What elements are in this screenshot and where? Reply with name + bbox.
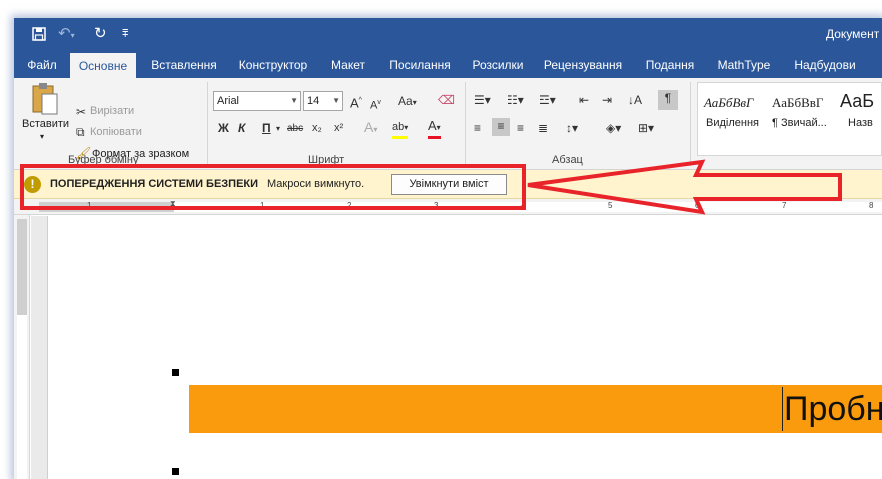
- chevron-down-icon: ▼: [290, 96, 298, 105]
- font-color-button[interactable]: A▾: [428, 118, 441, 139]
- customize-qat-icon[interactable]: ⩱: [122, 24, 128, 44]
- vertical-ruler[interactable]: [14, 215, 30, 479]
- style-item-title[interactable]: АаБ Назв: [838, 91, 882, 131]
- scissors-icon: ✂: [76, 105, 87, 119]
- tab-view[interactable]: Подання: [644, 52, 696, 78]
- tab-insert[interactable]: Вставлення: [146, 52, 222, 78]
- tab-references[interactable]: Посилання: [386, 52, 454, 78]
- annotation-arrow-icon: [527, 159, 842, 215]
- ruler-text-area: [17, 315, 27, 479]
- title-bar: ↶▾ ↻ ⩱ Документ: [14, 18, 882, 52]
- shading-icon[interactable]: ◈▾: [606, 120, 621, 136]
- ribbon-tabs: Файл Основне Вставлення Конструктор Маке…: [14, 52, 882, 78]
- style-sample: АаБбВвГ: [704, 95, 754, 110]
- ruler-margin: [17, 219, 27, 315]
- show-marks-icon[interactable]: ¶: [658, 90, 678, 110]
- font-size-select[interactable]: 14 ▼: [303, 91, 343, 111]
- divider: [465, 82, 466, 166]
- style-name: ¶ Звичай...: [772, 117, 827, 129]
- style-sample: АаБ: [840, 91, 875, 111]
- borders-icon[interactable]: ⊞▾: [638, 120, 654, 136]
- bold-button[interactable]: Ж: [218, 120, 229, 136]
- ribbon: Вставити ▾ ✂ Вирізати ⧉ Копіювати 🖌 Форм…: [14, 78, 882, 170]
- ruler-number: 8: [869, 201, 874, 210]
- style-sample: АаБбВвГ: [772, 95, 824, 110]
- strikethrough-button[interactable]: abc: [287, 121, 303, 137]
- divider: [690, 82, 691, 166]
- tab-home[interactable]: Основне: [70, 53, 136, 78]
- formatting-mark: [172, 369, 179, 376]
- cut-button[interactable]: Вирізати: [90, 105, 134, 117]
- italic-button[interactable]: К: [238, 120, 245, 136]
- chevron-down-icon: ▼: [332, 96, 340, 105]
- undo-icon[interactable]: ↶▾: [58, 24, 75, 44]
- document-area: Пробн: [31, 216, 882, 479]
- tab-mathtype[interactable]: MathType: [716, 52, 772, 78]
- paste-button[interactable]: Вставити ▾: [20, 82, 70, 152]
- divider: [207, 82, 208, 166]
- bullets-icon[interactable]: ☰▾: [474, 92, 491, 108]
- clipboard-icon: [32, 83, 58, 115]
- tab-addins[interactable]: Надбудови: [792, 52, 858, 78]
- style-name: Назв: [848, 117, 873, 129]
- document-title: Документ: [826, 27, 880, 41]
- style-item-normal[interactable]: АаБбВвГ ¶ Звичай...: [770, 91, 832, 131]
- align-right-icon[interactable]: ≡: [517, 120, 524, 136]
- shrink-font-button[interactable]: Av: [370, 95, 381, 114]
- font-name-value: Arial: [217, 95, 240, 107]
- subscript-button[interactable]: x₂: [312, 120, 322, 136]
- change-case-button[interactable]: Aa▾: [398, 93, 417, 111]
- tab-review[interactable]: Рецензування: [538, 52, 628, 78]
- tab-layout[interactable]: Макет: [327, 52, 369, 78]
- superscript-button[interactable]: x²: [334, 120, 343, 136]
- highlighted-paragraph[interactable]: [189, 385, 882, 433]
- tab-file[interactable]: Файл: [24, 52, 60, 78]
- styles-gallery: АаБбВвГ Виділення АаБбВвГ ¶ Звичай... Аа…: [697, 82, 882, 156]
- align-left-icon[interactable]: ≡: [474, 120, 481, 136]
- font-size-value: 14: [307, 95, 320, 107]
- decrease-indent-icon[interactable]: ⇤: [579, 92, 589, 108]
- tab-mailings[interactable]: Розсилки: [469, 52, 527, 78]
- grow-font-button[interactable]: A^: [350, 93, 362, 111]
- increase-indent-icon[interactable]: ⇥: [602, 92, 612, 108]
- sort-icon[interactable]: ↓A: [628, 92, 642, 108]
- word-window: ↶▾ ↻ ⩱ Документ Файл Основне Вставлення …: [14, 18, 882, 479]
- font-name-select[interactable]: Arial ▼: [213, 91, 301, 111]
- clear-formatting-icon[interactable]: ⌫: [438, 92, 455, 108]
- align-center-icon[interactable]: ≡: [492, 118, 510, 136]
- style-name: Виділення: [706, 117, 759, 129]
- highlight-button[interactable]: ab▾: [392, 119, 409, 139]
- annotation-highlight-box: [20, 164, 526, 210]
- save-icon[interactable]: [32, 24, 46, 44]
- formatting-mark: [172, 468, 179, 475]
- paste-label: Вставити: [22, 118, 70, 130]
- underline-button[interactable]: П: [262, 120, 271, 136]
- document-text[interactable]: Пробн: [782, 387, 882, 431]
- copy-button[interactable]: Копіювати: [90, 126, 142, 138]
- chevron-down-icon[interactable]: ▾: [276, 121, 280, 137]
- multilevel-list-icon[interactable]: ☲▾: [539, 92, 556, 108]
- justify-icon[interactable]: ≣: [538, 120, 548, 136]
- redo-icon[interactable]: ↻: [94, 24, 107, 44]
- copy-icon: ⧉: [76, 125, 85, 139]
- numbering-icon[interactable]: ☷▾: [507, 92, 524, 108]
- document-page[interactable]: Пробн: [47, 216, 882, 479]
- style-item-emphasis[interactable]: АаБбВвГ Виділення: [702, 91, 762, 131]
- line-spacing-icon[interactable]: ↕▾: [566, 120, 578, 136]
- text-effects-button[interactable]: A▾: [364, 119, 377, 138]
- tab-design[interactable]: Конструктор: [236, 52, 310, 78]
- chevron-down-icon: ▾: [40, 132, 45, 141]
